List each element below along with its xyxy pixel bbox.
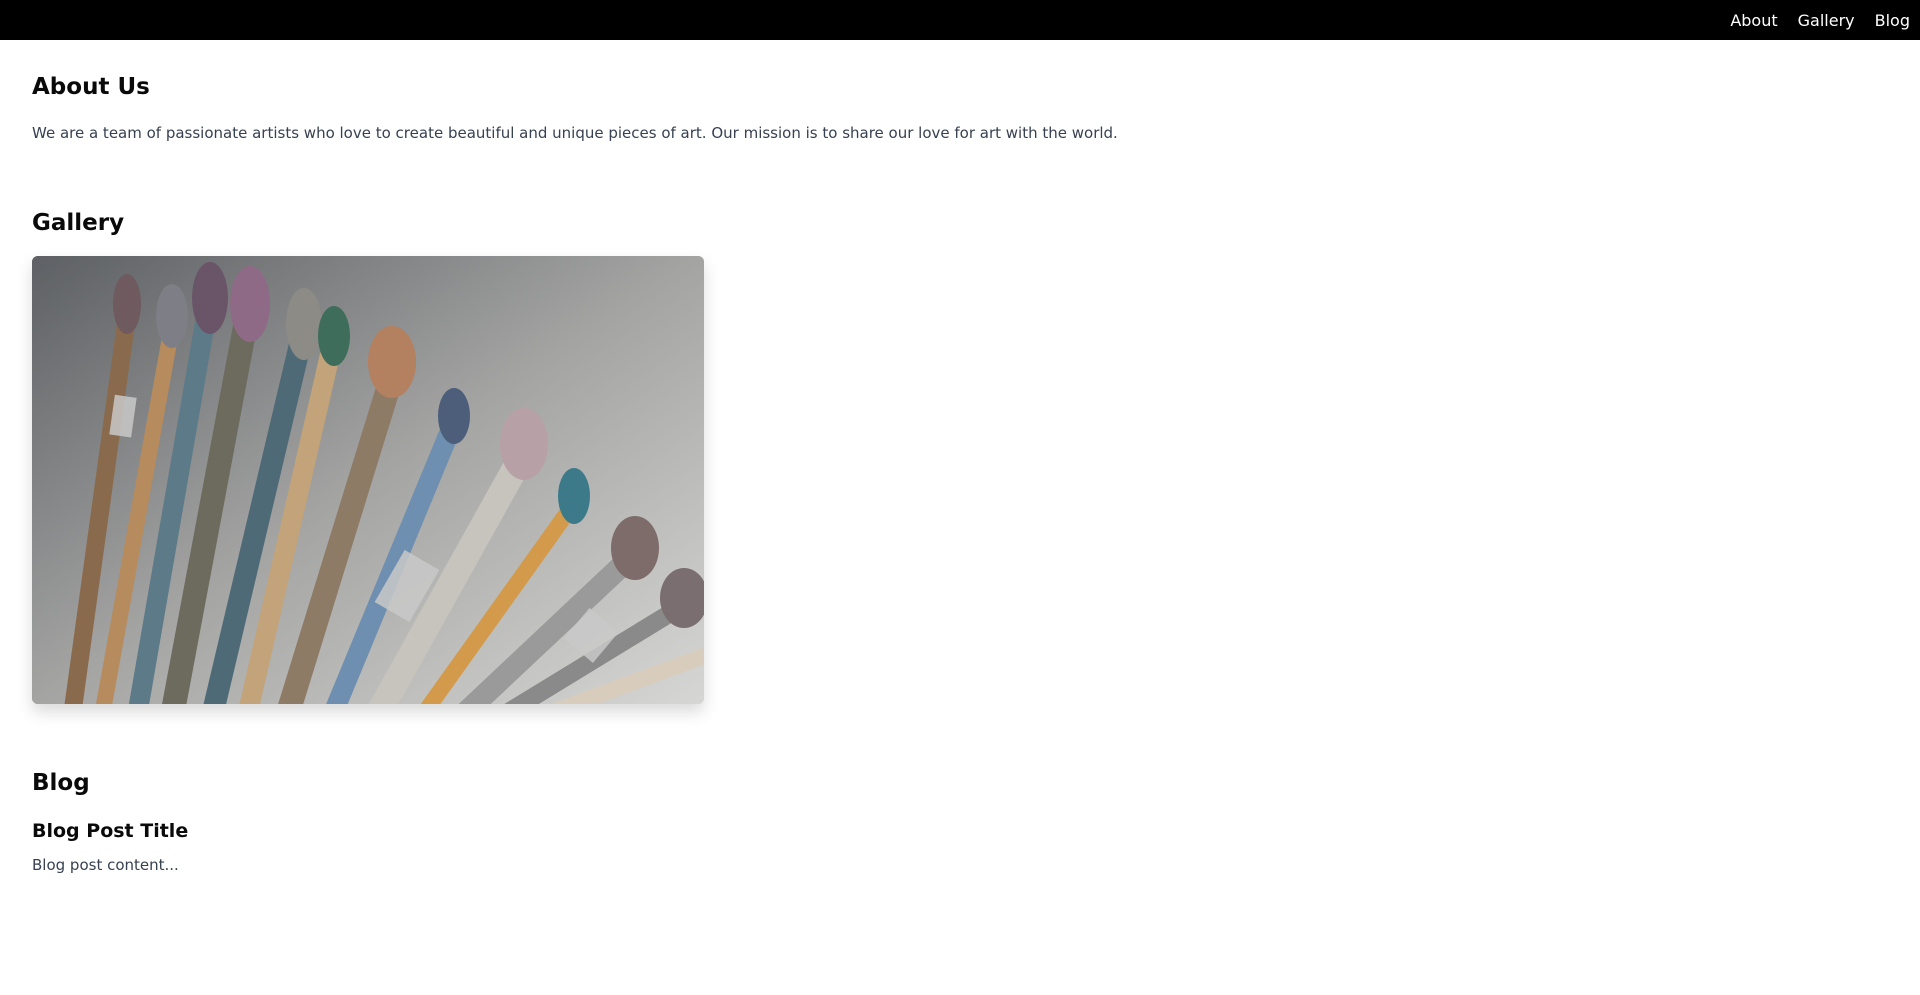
- blog-post-content: Blog post content...: [32, 856, 179, 874]
- gallery-image-paintbrushes: [32, 256, 704, 704]
- nav-link-about[interactable]: About: [1730, 11, 1777, 30]
- about-heading: About Us: [32, 74, 150, 100]
- paintbrushes-illustration: [32, 256, 704, 704]
- main-nav: About Gallery Blog: [1710, 0, 1910, 40]
- nav-link-gallery[interactable]: Gallery: [1798, 11, 1855, 30]
- gallery-heading: Gallery: [32, 210, 125, 236]
- top-navbar: About Gallery Blog: [0, 0, 1920, 40]
- nav-link-blog[interactable]: Blog: [1875, 11, 1910, 30]
- blog-post-title: Blog Post Title: [32, 820, 189, 842]
- about-text: We are a team of passionate artists who …: [32, 124, 1118, 142]
- blog-heading: Blog: [32, 770, 90, 796]
